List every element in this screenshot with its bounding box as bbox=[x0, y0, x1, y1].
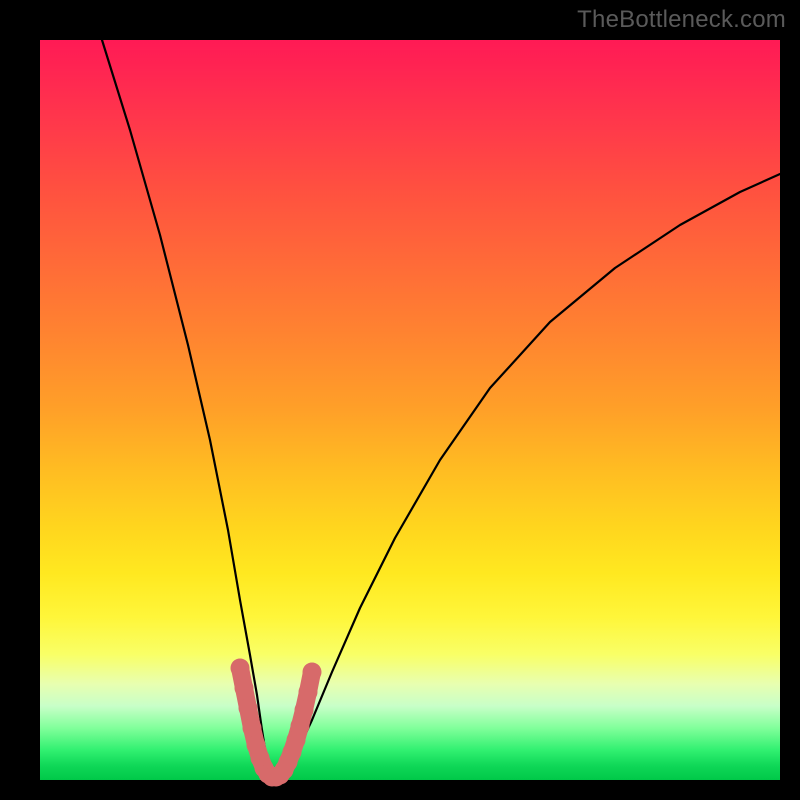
highlight-dot bbox=[231, 659, 250, 678]
chart-svg bbox=[40, 40, 780, 780]
chart-frame: TheBottleneck.com bbox=[0, 0, 800, 800]
highlight-dot bbox=[235, 679, 254, 698]
highlight-dot bbox=[291, 717, 310, 736]
plot-area bbox=[40, 40, 780, 780]
watermark-text: TheBottleneck.com bbox=[577, 6, 786, 34]
highlight-dot bbox=[299, 683, 318, 702]
highlight-dot bbox=[303, 663, 322, 682]
bottleneck-curve bbox=[102, 40, 780, 779]
highlight-dot bbox=[243, 719, 262, 738]
highlight-band bbox=[231, 659, 322, 787]
highlight-dot bbox=[295, 701, 314, 720]
highlight-dot bbox=[239, 699, 258, 718]
